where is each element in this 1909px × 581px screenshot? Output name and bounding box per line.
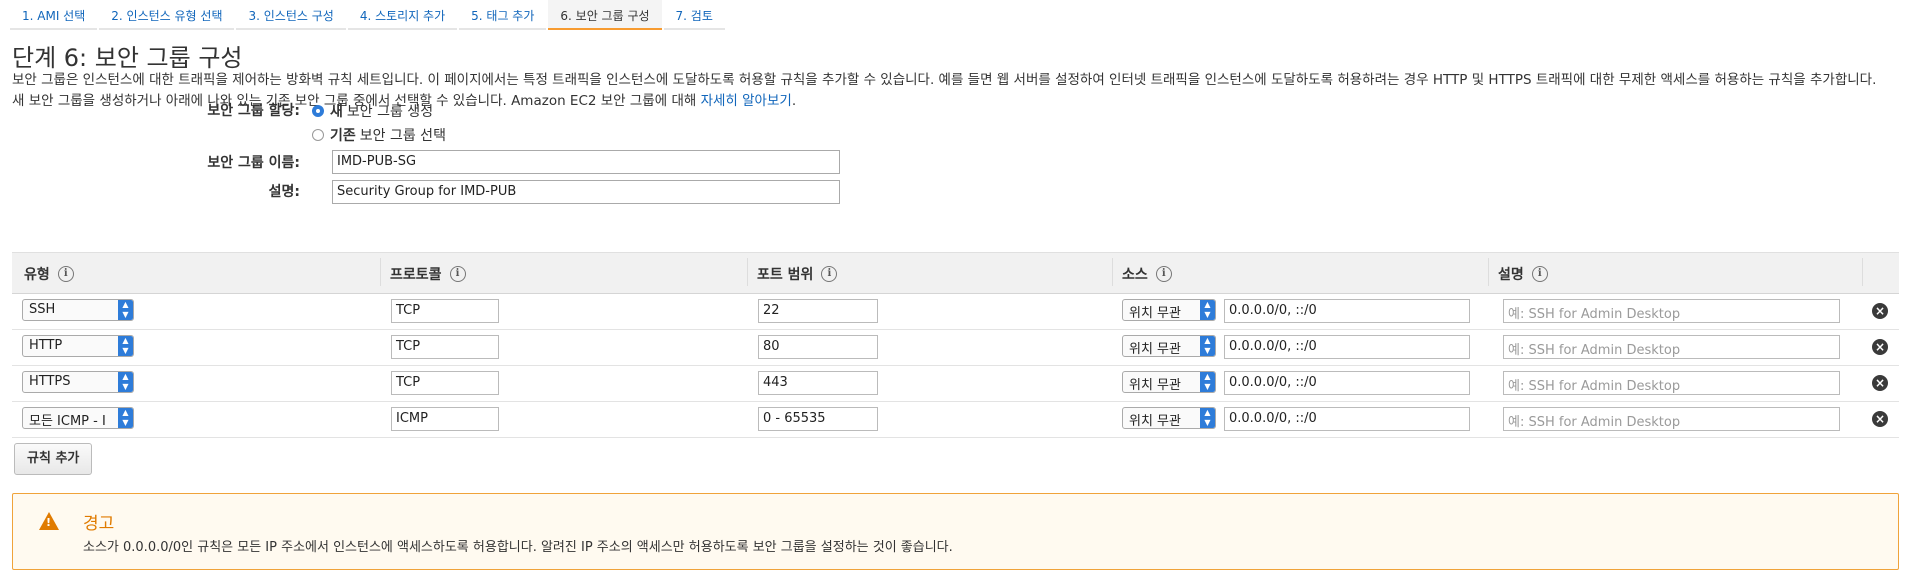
type-select[interactable]: HTTPS ▲ ▼ (22, 371, 134, 393)
select-arrows-icon: ▲ ▼ (118, 408, 133, 428)
remove-icon[interactable]: × (1872, 375, 1888, 391)
header-type-label: 유형 (24, 267, 50, 283)
page-title: 단계 6: 보안 그룹 구성 (12, 44, 243, 72)
warning-text: 소스가 0.0.0.0/0인 규칙은 모든 IP 주소에서 인스턴스에 액세스하… (83, 540, 953, 555)
table-row: HTTP ▲ ▼ TCP 80 위치 무관 ▲ ▼ 0.0.0.0/0, ::/0 예:… (12, 329, 1899, 366)
header-port-label: 포트 범위 (757, 267, 814, 283)
rule-description-input[interactable]: 예: SSH for Admin Desktop (1503, 299, 1840, 323)
rule-description-input[interactable]: 예: SSH for Admin Desktop (1503, 407, 1840, 431)
source-cidr-input[interactable]: 0.0.0.0/0, ::/0 (1224, 299, 1470, 323)
learn-more-link[interactable]: 자세히 알아보기 (701, 93, 792, 109)
radio-select-existing[interactable]: 기존 보안 그룹 선택 (312, 125, 446, 145)
source-select[interactable]: 위치 무관 ▲ ▼ (1122, 371, 1216, 393)
header-description-label: 설명 (1498, 267, 1524, 283)
info-icon[interactable]: i (821, 266, 838, 282)
source-cidr-input[interactable]: 0.0.0.0/0, ::/0 (1224, 371, 1470, 395)
type-select[interactable]: 모든 ICMP - I ▲ ▼ (22, 407, 134, 429)
rules-table-header: 유형 i 프로토콜 i 포트 범위 i 소스 i 설명 i (12, 252, 1899, 294)
select-arrows-icon: ▲ ▼ (118, 372, 133, 392)
radio-unselected-icon[interactable] (312, 129, 324, 141)
tab-configure-security-group[interactable]: 6. 보안 그룹 구성 (548, 0, 662, 30)
radio-selected-icon[interactable] (312, 105, 324, 117)
type-select[interactable]: SSH ▲ ▼ (22, 299, 134, 321)
column-divider (747, 258, 748, 286)
tab-configure-instance[interactable]: 3. 인스턴스 구성 (236, 0, 346, 30)
header-source-label: 소스 (1122, 267, 1148, 283)
header-type: 유형 i (24, 264, 74, 284)
security-group-name-input[interactable]: IMD-PUB-SG (332, 150, 840, 174)
select-arrows-icon: ▲ ▼ (118, 300, 133, 320)
assign-security-group-label: 보안 그룹 할당: (207, 103, 300, 119)
type-select[interactable]: HTTP ▲ ▼ (22, 335, 134, 357)
source-cidr-input[interactable]: 0.0.0.0/0, ::/0 (1224, 335, 1470, 359)
header-port-range: 포트 범위 i (747, 258, 838, 286)
tab-add-storage[interactable]: 4. 스토리지 추가 (347, 0, 458, 30)
description-input[interactable]: Security Group for IMD-PUB (332, 180, 840, 204)
intro-end: . (791, 93, 797, 109)
header-protocol: 프로토콜 i (380, 258, 466, 286)
tab-review[interactable]: 7. 검토 (663, 0, 725, 30)
tab-choose-instance-type[interactable]: 2. 인스턴스 유형 선택 (99, 0, 235, 30)
port-range-input[interactable]: 80 (758, 335, 878, 359)
protocol-field[interactable]: TCP (391, 335, 499, 359)
source-select[interactable]: 위치 무관 ▲ ▼ (1122, 335, 1216, 357)
source-select-value: 위치 무관 (1129, 378, 1181, 393)
warning-box: ! 경고 소스가 0.0.0.0/0인 규칙은 모든 IP 주소에서 인스턴스에… (12, 493, 1899, 570)
tab-choose-ami[interactable]: 1. AMI 선택 (10, 0, 98, 30)
select-arrows-icon: ▲ ▼ (118, 336, 133, 356)
column-divider (1488, 258, 1489, 286)
remove-icon[interactable]: × (1872, 303, 1888, 319)
protocol-field[interactable]: ICMP (391, 407, 499, 431)
radio-existing-label: 보안 그룹 선택 (359, 128, 446, 144)
select-arrows-icon: ▲ ▼ (1200, 300, 1215, 320)
source-select-value: 위치 무관 (1129, 306, 1181, 321)
protocol-field[interactable]: TCP (391, 299, 499, 323)
protocol-field[interactable]: TCP (391, 371, 499, 395)
radio-new-label: 보안 그룹 생성 (346, 104, 434, 120)
source-select[interactable]: 위치 무관 ▲ ▼ (1122, 299, 1216, 321)
type-select-value: HTTP (29, 338, 63, 353)
description-label: 설명: (268, 184, 300, 200)
select-arrows-icon: ▲ ▼ (1200, 336, 1215, 356)
port-range-input[interactable]: 443 (758, 371, 878, 395)
warning-icon: ! (39, 512, 59, 530)
remove-icon[interactable]: × (1872, 339, 1888, 355)
source-select[interactable]: 위치 무관 ▲ ▼ (1122, 407, 1216, 429)
rule-description-input[interactable]: 예: SSH for Admin Desktop (1503, 371, 1840, 395)
table-row: HTTPS ▲ ▼ TCP 443 위치 무관 ▲ ▼ 0.0.0.0/0, ::/0 … (12, 365, 1899, 402)
table-row: SSH ▲ ▼ TCP 22 위치 무관 ▲ ▼ 0.0.0.0/0, ::/0 예: … (12, 293, 1899, 330)
type-select-value: HTTPS (29, 374, 71, 389)
radio-existing-bold: 기존 (330, 128, 356, 144)
radio-create-new[interactable]: 새 보안 그룹 생성 (312, 101, 433, 121)
column-divider (1112, 258, 1113, 286)
remove-icon[interactable]: × (1872, 411, 1888, 427)
source-select-value: 위치 무관 (1129, 342, 1181, 357)
info-icon[interactable]: i (1531, 266, 1548, 282)
source-cidr-input[interactable]: 0.0.0.0/0, ::/0 (1224, 407, 1470, 431)
type-select-value: 모든 ICMP - I (29, 414, 106, 429)
security-group-name-label: 보안 그룹 이름: (207, 155, 300, 171)
header-protocol-label: 프로토콜 (390, 267, 442, 283)
info-icon[interactable]: i (1155, 266, 1172, 282)
port-range-input[interactable]: 22 (758, 299, 878, 323)
wizard-tabs: 1. AMI 선택 2. 인스턴스 유형 선택 3. 인스턴스 구성 4. 스토… (10, 0, 727, 30)
header-description: 설명 i (1488, 258, 1548, 286)
tab-add-tags[interactable]: 5. 태그 추가 (459, 0, 547, 30)
source-select-value: 위치 무관 (1129, 414, 1181, 429)
rule-description-input[interactable]: 예: SSH for Admin Desktop (1503, 335, 1840, 359)
header-source: 소스 i (1112, 258, 1172, 286)
radio-new-bold: 새 (330, 104, 343, 120)
column-divider (380, 258, 381, 286)
port-range-input[interactable]: 0 - 65535 (758, 407, 878, 431)
select-arrows-icon: ▲ ▼ (1200, 372, 1215, 392)
info-icon[interactable]: i (449, 266, 466, 282)
column-divider (1862, 258, 1863, 286)
info-icon[interactable]: i (57, 266, 74, 282)
select-arrows-icon: ▲ ▼ (1200, 408, 1215, 428)
table-row: 모든 ICMP - I ▲ ▼ ICMP 0 - 65535 위치 무관 ▲ ▼ 0.0… (12, 401, 1899, 438)
add-rule-button[interactable]: 규칙 추가 (14, 443, 93, 475)
warning-title: 경고 (83, 514, 115, 534)
type-select-value: SSH (29, 302, 56, 317)
